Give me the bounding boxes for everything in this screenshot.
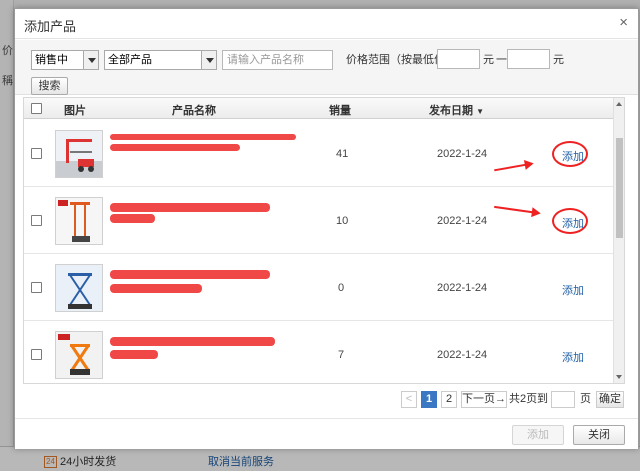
sales-count: 7 bbox=[338, 349, 345, 361]
sales-count: 41 bbox=[336, 148, 349, 160]
select-all-checkbox[interactable] bbox=[31, 103, 42, 114]
sort-desc-icon: ▼ bbox=[476, 107, 484, 116]
goto-page-input[interactable] bbox=[551, 391, 575, 408]
publish-date: 2022-1-24 bbox=[437, 282, 488, 294]
page-unit-label: 页 bbox=[580, 393, 591, 405]
chevron-down-icon bbox=[83, 51, 98, 69]
scroll-down-icon[interactable] bbox=[616, 375, 622, 379]
redacted-name bbox=[110, 134, 296, 140]
confirm-page-button[interactable]: 确定 bbox=[596, 391, 624, 408]
redacted-name bbox=[110, 214, 155, 223]
add-button[interactable]: 添加 bbox=[512, 425, 564, 445]
scroll-up-icon[interactable] bbox=[616, 102, 622, 106]
col-name: 产品名称 bbox=[172, 105, 216, 117]
publish-date: 2022-1-24 bbox=[437, 215, 488, 227]
redacted-name bbox=[110, 144, 240, 151]
dialog-header: 添加产品 × bbox=[15, 9, 638, 39]
publish-date: 2022-1-24 bbox=[437, 349, 488, 361]
price-unit-label: 元 bbox=[553, 54, 564, 66]
redacted-name bbox=[110, 270, 270, 279]
goto-label: 到 bbox=[537, 393, 548, 405]
product-name-input[interactable]: 请输入产品名称 bbox=[222, 50, 333, 70]
redacted-name bbox=[110, 337, 275, 346]
product-thumbnail bbox=[55, 264, 103, 312]
publish-date: 2022-1-24 bbox=[437, 148, 488, 160]
add-product-link[interactable]: 添加 bbox=[562, 282, 584, 298]
add-product-link[interactable]: 添加 bbox=[562, 215, 584, 231]
search-button[interactable]: 搜索 bbox=[31, 77, 68, 95]
close-button[interactable]: 关闭 bbox=[573, 425, 625, 445]
dialog-title: 添加产品 bbox=[24, 19, 77, 34]
col-date[interactable]: 发布日期 ▼ bbox=[429, 102, 484, 118]
page-button-1[interactable]: 1 bbox=[421, 391, 437, 408]
redacted-name bbox=[110, 350, 158, 359]
add-product-link[interactable]: 添加 bbox=[562, 349, 584, 365]
table-row: 7 2022-1-24 添加 bbox=[24, 321, 614, 383]
price-dash: 一 bbox=[496, 54, 507, 66]
redacted-name bbox=[110, 284, 202, 293]
close-icon[interactable]: × bbox=[619, 14, 628, 31]
add-product-link[interactable]: 添加 bbox=[562, 148, 584, 164]
row-checkbox[interactable] bbox=[31, 215, 42, 226]
table-header: 图片 产品名称 销量 发布日期 ▼ bbox=[24, 98, 614, 119]
col-sales: 销量 bbox=[329, 105, 351, 117]
row-checkbox[interactable] bbox=[31, 282, 42, 293]
price-min-input[interactable] bbox=[437, 49, 480, 69]
dialog-footer: 添加 关闭 bbox=[15, 418, 638, 449]
filter-bar: 销售中 全部产品 请输入产品名称 价格范围（按最低价） 元 一 元 搜索 bbox=[15, 40, 638, 95]
sales-count: 0 bbox=[338, 282, 345, 294]
price-max-input[interactable] bbox=[507, 49, 550, 69]
col-image: 图片 bbox=[64, 105, 86, 117]
redacted-name bbox=[110, 203, 270, 212]
next-page-button[interactable]: 下一页→ bbox=[461, 391, 507, 408]
sales-count: 10 bbox=[336, 215, 349, 227]
page-button-2[interactable]: 2 bbox=[441, 391, 457, 408]
table-row: 0 2022-1-24 添加 bbox=[24, 254, 614, 321]
status-select[interactable]: 销售中 bbox=[31, 50, 99, 70]
table-row: 41 2022-1-24 添加 bbox=[24, 120, 614, 187]
annotation-arrow bbox=[494, 205, 539, 215]
product-table: 图片 产品名称 销量 发布日期 ▼ 41 2022-1-24 添加 10 202… bbox=[23, 97, 625, 384]
prev-page-button[interactable]: < bbox=[401, 391, 417, 408]
price-unit-label: 元 bbox=[483, 54, 494, 66]
annotation-arrow bbox=[494, 162, 532, 172]
chevron-down-icon bbox=[201, 51, 216, 69]
product-thumbnail bbox=[55, 197, 103, 245]
table-scrollbar[interactable] bbox=[613, 98, 624, 383]
table-row: 10 2022-1-24 添加 bbox=[24, 187, 614, 254]
category-select[interactable]: 全部产品 bbox=[104, 50, 217, 70]
row-checkbox[interactable] bbox=[31, 148, 42, 159]
scroll-thumb[interactable] bbox=[616, 138, 623, 238]
total-pages-text: 共2页 bbox=[509, 393, 538, 405]
add-product-dialog: 添加产品 × 销售中 全部产品 请输入产品名称 价格范围（按最低价） 元 一 元… bbox=[14, 8, 639, 449]
row-checkbox[interactable] bbox=[31, 349, 42, 360]
product-thumbnail bbox=[55, 130, 103, 178]
product-thumbnail bbox=[55, 331, 103, 379]
